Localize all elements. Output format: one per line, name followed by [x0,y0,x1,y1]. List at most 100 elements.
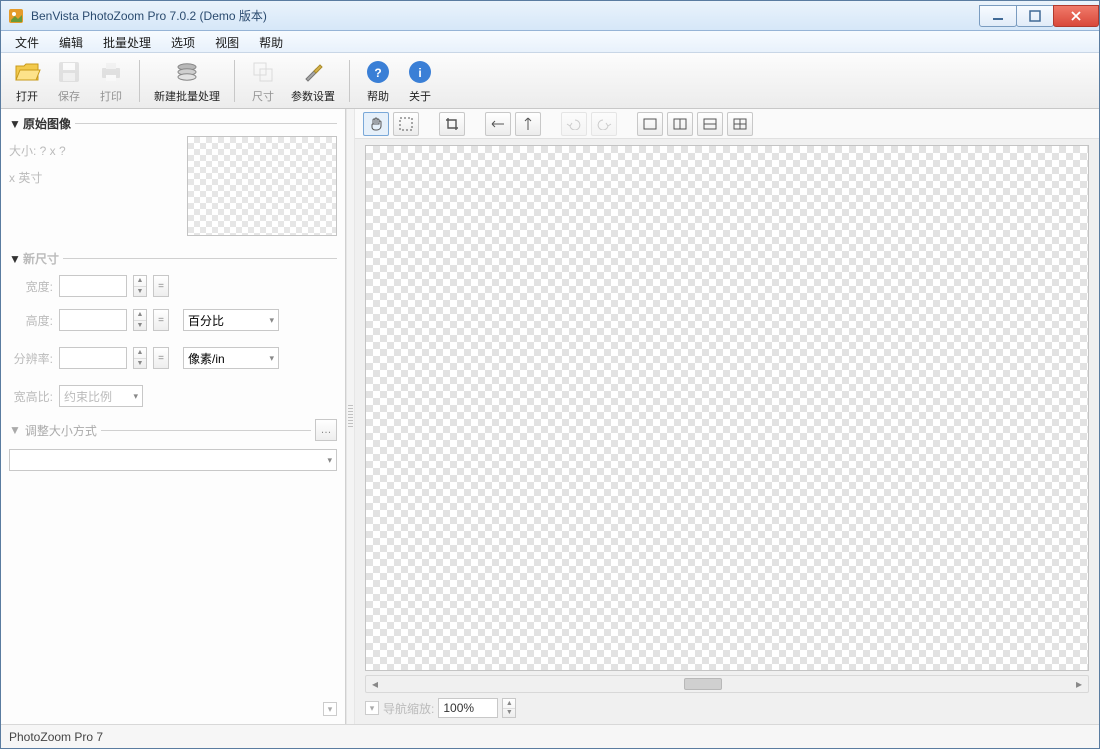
crop-tool-button[interactable] [439,112,465,136]
print-label: 打印 [100,88,122,104]
maximize-button[interactable] [1016,5,1054,27]
unit-size-value: 百分比 [188,312,224,329]
new-batch-button[interactable]: 新建批量处理 [148,56,226,106]
zoom-row: ▾ 导航缩放: 100% ▲▼ [355,695,1099,724]
menu-help[interactable]: 帮助 [249,31,293,52]
params-button[interactable]: 参数设置 [285,56,341,106]
resize-button: 尺寸 [243,56,283,106]
unit-res-combo[interactable]: 像素/in▾ [183,347,279,369]
scroll-right-icon[interactable]: ▸ [1070,677,1088,691]
splitview-grid-button[interactable] [727,112,753,136]
open-label: 打开 [16,88,38,104]
aspect-label: 宽高比: [9,388,53,405]
print-icon [97,58,125,86]
open-button[interactable]: 打开 [7,56,47,106]
save-button: 保存 [49,56,89,106]
menu-file[interactable]: 文件 [5,31,49,52]
resize-method-settings-button[interactable]: … [315,419,337,441]
original-image-title: 原始图像 [23,115,71,132]
menu-batch[interactable]: 批量处理 [93,31,161,52]
resize-label: 尺寸 [252,88,274,104]
undo-button [561,112,587,136]
height-input[interactable] [59,309,127,331]
titlebar: BenVista PhotoZoom Pro 7.0.2 (Demo 版本) [1,1,1099,31]
toolbar-separator [349,60,350,102]
zoom-input[interactable]: 100% [438,698,498,718]
info-icon: i [406,58,434,86]
status-bar: PhotoZoom Pro 7 [1,724,1099,748]
original-thumbnail [187,136,337,236]
left-panel: ▼ 原始图像 大小: ? x ? x 英寸 ▼ 新尺寸 宽度: ▲▼ [1,109,346,724]
canvas-checker [366,146,1088,670]
resize-method-combo[interactable]: ▾ [9,449,337,471]
vertical-splitter[interactable] [346,109,355,724]
height-spinner[interactable]: ▲▼ [133,309,147,331]
unit-res-value: 像素/in [188,350,225,367]
params-label: 参数设置 [291,88,335,104]
height-label: 高度: [9,312,53,329]
about-label: 关于 [409,88,431,104]
app-icon [7,7,25,25]
flip-vertical-button[interactable] [515,112,541,136]
svg-text:?: ? [374,66,381,80]
chevron-down-icon: ▼ [9,252,19,266]
aspect-value: 约束比例 [64,388,112,405]
resize-method-title: 调整大小方式 [25,422,97,439]
width-spinner[interactable]: ▲▼ [133,275,147,297]
canvas-horizontal-scrollbar[interactable]: ◂ ▸ [365,675,1089,693]
close-button[interactable] [1053,5,1099,27]
resize-method-header[interactable]: ▼ 调整大小方式 … [9,419,337,441]
chevron-down-icon: ▼ [9,117,19,131]
canvas-area[interactable] [365,145,1089,671]
toolbar-separator [139,60,140,102]
scrollbar-thumb[interactable] [684,678,722,690]
left-collapse-button[interactable]: ▾ [323,702,337,716]
svg-text:i: i [418,66,421,80]
content: ▼ 原始图像 大小: ? x ? x 英寸 ▼ 新尺寸 宽度: ▲▼ [1,109,1099,724]
zoom-minus-button[interactable]: ▾ [365,701,379,715]
resolution-link-button[interactable]: = [153,347,169,369]
menu-options[interactable]: 选项 [161,31,205,52]
unit-size-combo[interactable]: 百分比▾ [183,309,279,331]
resolution-input[interactable] [59,347,127,369]
splitview-vertical-button[interactable] [667,112,693,136]
window: BenVista PhotoZoom Pro 7.0.2 (Demo 版本) 文… [0,0,1100,749]
height-link-button[interactable]: = [153,309,169,331]
original-res-label: x 英寸 [9,169,179,186]
flip-horizontal-button[interactable] [485,112,511,136]
status-text: PhotoZoom Pro 7 [9,730,103,744]
zoom-spinner[interactable]: ▲▼ [502,698,516,718]
toolbar-separator [234,60,235,102]
toolbar: 打开 保存 打印 新建批量处理 尺寸 参数设置 ? 帮助 i [1,53,1099,109]
resize-icon [249,58,277,86]
help-label: 帮助 [367,88,389,104]
new-size-header[interactable]: ▼ 新尺寸 [9,250,337,267]
menu-edit[interactable]: 编辑 [49,31,93,52]
splitview-horizontal-button[interactable] [697,112,723,136]
save-label: 保存 [58,88,80,104]
width-label: 宽度: [9,278,53,295]
zoom-label: 导航缩放: [383,700,434,717]
new-size-title: 新尺寸 [23,250,59,267]
chevron-down-icon: ▼ [9,423,21,437]
scroll-left-icon[interactable]: ◂ [366,677,384,691]
marquee-tool-button[interactable] [393,112,419,136]
minimize-button[interactable] [979,5,1017,27]
original-image-header[interactable]: ▼ 原始图像 [9,115,337,132]
aspect-combo[interactable]: 约束比例▾ [59,385,143,407]
width-input[interactable] [59,275,127,297]
tools-icon [299,58,327,86]
resize-method-value [14,453,17,467]
width-link-button[interactable]: = [153,275,169,297]
hand-tool-button[interactable] [363,112,389,136]
help-button[interactable]: ? 帮助 [358,56,398,106]
resolution-spinner[interactable]: ▲▼ [133,347,147,369]
batch-icon [173,58,201,86]
resolution-label: 分辨率: [9,350,53,367]
canvas-toolbar [355,109,1099,139]
about-button[interactable]: i 关于 [400,56,440,106]
save-icon [55,58,83,86]
menu-view[interactable]: 视图 [205,31,249,52]
menubar: 文件 编辑 批量处理 选项 视图 帮助 [1,31,1099,53]
splitview-single-button[interactable] [637,112,663,136]
